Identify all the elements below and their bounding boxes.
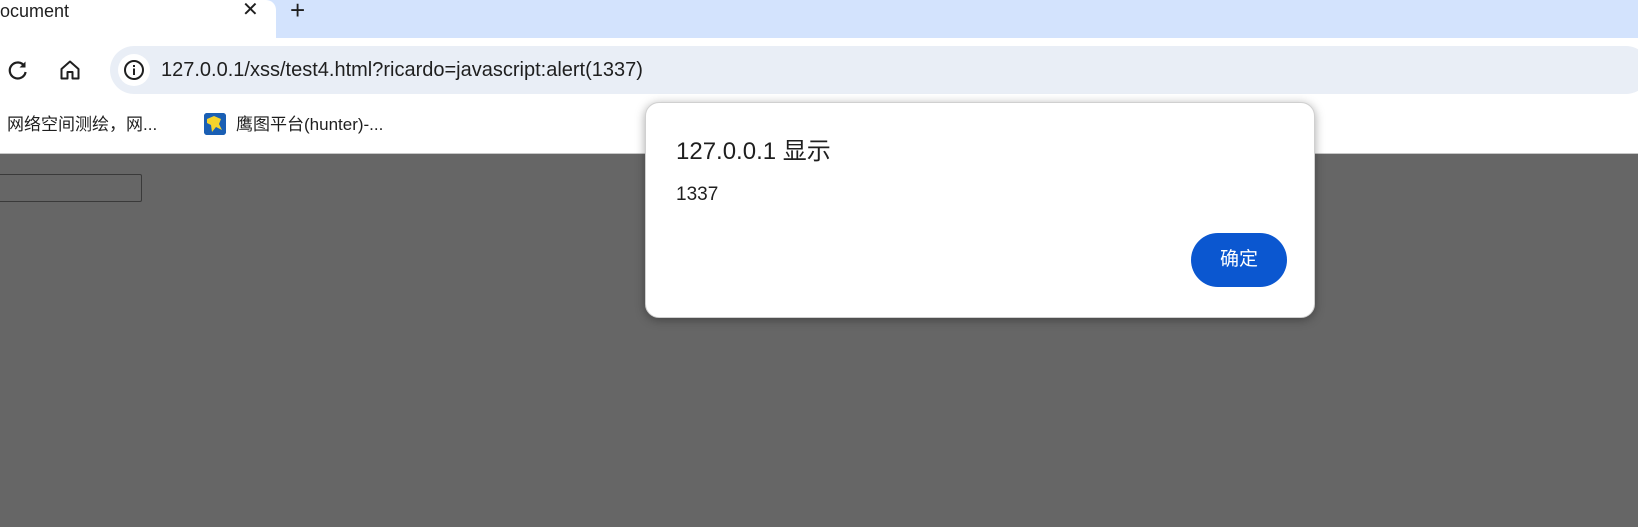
hunter-logo-icon — [204, 113, 226, 135]
tab-strip: ocument ✕ + — [0, 0, 1638, 38]
dialog-message: 1337 — [676, 184, 719, 205]
url-path: /xss/test4.html?ricardo=javascript:alert… — [244, 59, 643, 81]
url-text[interactable]: 127.0.0.1/xss/test4.html?ricardo=javascr… — [161, 58, 643, 82]
info-icon[interactable] — [118, 54, 150, 86]
new-tab-button[interactable]: + — [290, 0, 305, 23]
ok-button[interactable]: 确定 — [1191, 233, 1287, 287]
bookmark-item[interactable]: 鹰图平台(hunter)-... — [236, 114, 383, 136]
tab-title: ocument — [0, 1, 70, 21]
reload-icon[interactable] — [6, 58, 30, 82]
dialog-title: 127.0.0.1 显示 — [676, 138, 831, 165]
address-bar[interactable]: 127.0.0.1/xss/test4.html?ricardo=javascr… — [110, 46, 1638, 94]
browser-toolbar: 127.0.0.1/xss/test4.html?ricardo=javascr… — [0, 38, 1638, 100]
tab-close-icon[interactable]: ✕ — [242, 0, 259, 20]
alert-dialog: 127.0.0.1 显示 1337 确定 — [645, 102, 1315, 318]
home-icon[interactable] — [58, 58, 82, 82]
bookmark-item[interactable]: 网络空间测绘，网... — [7, 114, 157, 136]
url-host: 127.0.0.1 — [161, 59, 245, 81]
page-text-input[interactable] — [0, 174, 142, 202]
active-tab[interactable]: ocument ✕ — [0, 0, 276, 38]
